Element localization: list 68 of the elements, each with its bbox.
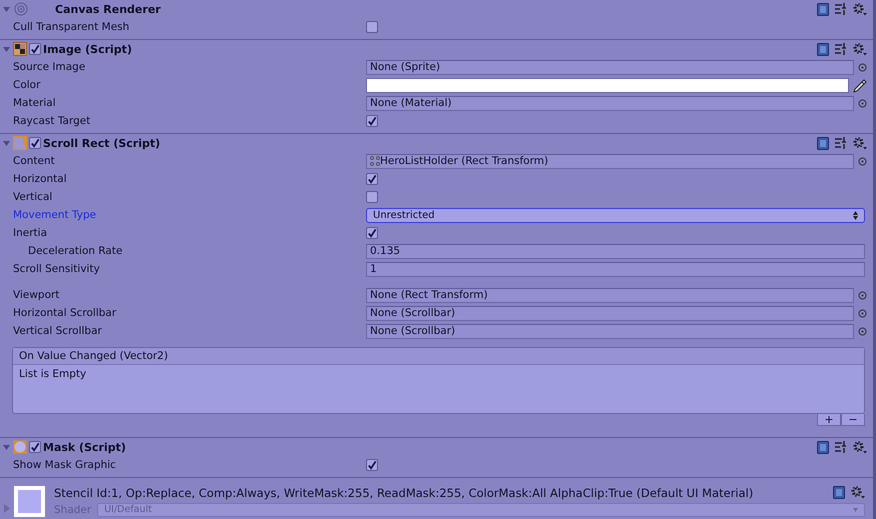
field-label: Content xyxy=(13,155,55,167)
field-label: Inertia xyxy=(13,227,47,239)
object-picker-icon[interactable] xyxy=(858,156,867,166)
field-label: Vertical Scrollbar xyxy=(13,325,102,337)
empty-list-text: List is Empty xyxy=(19,368,86,380)
field-label: Show Mask Graphic xyxy=(13,459,116,471)
material-description: Stencil Id:1, Op:Replace, Comp:Always, WriteMask:255, ReadMask:255, ColorMask:All AlphaClip:True (Default UI Material) xyxy=(54,486,754,500)
color-field[interactable] xyxy=(366,78,849,92)
help-book-icon[interactable] xyxy=(833,486,845,499)
field-label: Horizontal Scrollbar xyxy=(13,307,116,319)
gear-icon[interactable] xyxy=(853,136,867,150)
eyedropper-icon[interactable] xyxy=(853,78,867,92)
component-title: Scroll Rect (Script) xyxy=(43,136,162,150)
field-label: Source Image xyxy=(13,61,86,73)
presets-sliders-icon[interactable] xyxy=(835,441,847,453)
help-book-icon[interactable] xyxy=(817,136,829,150)
gear-icon[interactable] xyxy=(851,486,865,499)
number-field[interactable]: 1 xyxy=(366,262,865,276)
remove-button[interactable]: − xyxy=(841,414,865,426)
field-label: Vertical xyxy=(13,191,52,203)
checkbox[interactable] xyxy=(366,115,378,127)
field-label: Material xyxy=(13,97,56,109)
presets-sliders-icon[interactable] xyxy=(835,3,847,15)
help-book-icon[interactable] xyxy=(817,440,829,454)
field-label: Raycast Target xyxy=(13,115,90,127)
checkbox[interactable] xyxy=(29,43,41,55)
gear-icon[interactable] xyxy=(853,2,867,16)
checkbox[interactable] xyxy=(366,191,378,203)
component-title: Mask (Script) xyxy=(43,440,127,454)
event-title: On Value Changed (Vector2) xyxy=(19,350,168,362)
help-book-icon[interactable] xyxy=(817,42,829,56)
checkbox[interactable] xyxy=(366,227,378,239)
checkbox[interactable] xyxy=(29,137,41,149)
checkbox[interactable] xyxy=(366,173,378,185)
add-button[interactable]: + xyxy=(817,414,841,426)
material-preview xyxy=(14,486,45,516)
presets-sliders-icon[interactable] xyxy=(835,43,847,55)
object-field[interactable]: None (Scrollbar) xyxy=(366,306,854,320)
component-title: Canvas Renderer xyxy=(55,2,162,16)
object-field[interactable]: HeroListHolder (Rect Transform) xyxy=(366,154,854,168)
field-label: Horizontal xyxy=(13,173,67,185)
image-icon xyxy=(13,42,27,56)
checkbox[interactable] xyxy=(366,21,378,33)
field-label: Cull Transparent Mesh xyxy=(13,21,130,33)
object-field[interactable]: None (Sprite) xyxy=(366,60,854,74)
object-field[interactable]: None (Material) xyxy=(366,96,854,110)
field-label: Deceleration Rate xyxy=(28,245,122,257)
field-label: Color xyxy=(13,79,40,91)
object-picker-icon[interactable] xyxy=(858,62,867,72)
component-title: Image (Script) xyxy=(43,42,133,56)
field-label: Movement Type xyxy=(13,209,96,221)
gear-icon[interactable] xyxy=(853,440,867,454)
checkbox[interactable] xyxy=(29,441,41,453)
gear-icon[interactable] xyxy=(853,42,867,56)
object-field[interactable]: None (Rect Transform) xyxy=(366,288,854,302)
object-picker-icon[interactable] xyxy=(858,98,867,108)
stepper-arrows-icon xyxy=(853,210,858,220)
number-field[interactable]: 0.135 xyxy=(366,244,865,258)
object-field[interactable]: None (Scrollbar) xyxy=(366,324,854,338)
dropdown[interactable]: Unrestricted xyxy=(366,208,865,222)
scroll-rect-icon xyxy=(13,136,27,150)
field-label: Viewport xyxy=(13,289,60,301)
field-label: Scroll Sensitivity xyxy=(13,263,100,275)
caret-icon xyxy=(853,508,858,512)
checkbox[interactable] xyxy=(366,459,378,471)
presets-sliders-icon[interactable] xyxy=(835,137,847,149)
mask-icon xyxy=(13,440,27,454)
help-book-icon[interactable] xyxy=(817,2,829,16)
